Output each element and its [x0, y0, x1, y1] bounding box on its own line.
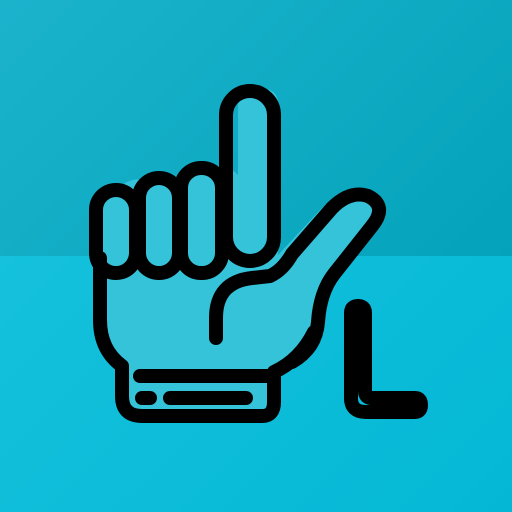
- letter-l-glyph: [344, 299, 428, 419]
- app-icon-tile: [0, 0, 512, 512]
- sign-language-l-icon: [89, 84, 428, 423]
